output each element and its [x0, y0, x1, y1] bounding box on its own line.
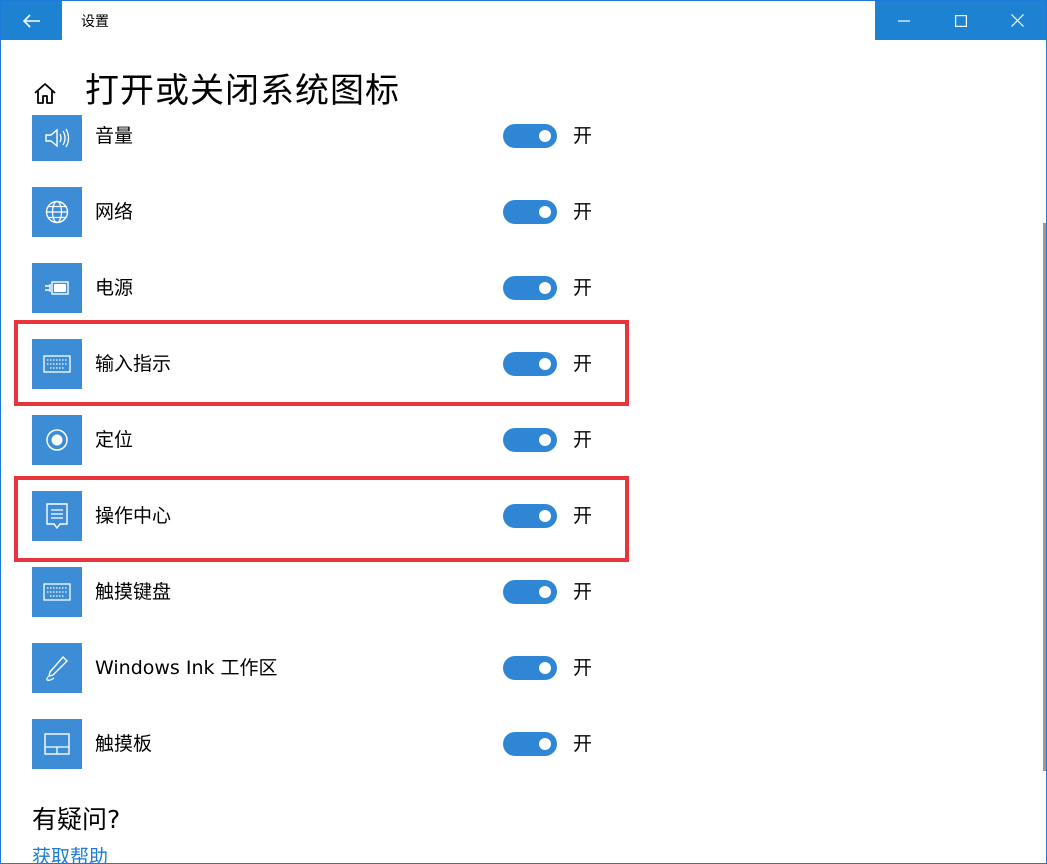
keyboard-icon [32, 339, 82, 389]
maximize-button[interactable] [932, 1, 989, 40]
network-toggle[interactable] [503, 200, 557, 224]
list-item-touch-keyboard: 触摸键盘 开 [1, 555, 1021, 631]
network-globe-icon [32, 187, 82, 237]
settings-window: 设置 打开或关闭系统图标 音量 开 网络 开 电源 开 输入指示 开 定位 开 … [0, 0, 1047, 864]
maximize-icon [954, 14, 967, 27]
item-label: 触摸键盘 [95, 581, 172, 603]
touchpad-icon [32, 719, 82, 769]
toggle-knob [539, 662, 551, 674]
close-button[interactable] [989, 1, 1046, 40]
toggle-knob [539, 206, 551, 218]
toggle-state: 开 [573, 657, 593, 679]
location-icon [32, 415, 82, 465]
toggle-state: 开 [573, 353, 593, 375]
touchpad-toggle[interactable] [503, 732, 557, 756]
list-item-windows-ink: Windows Ink 工作区 开 [1, 631, 1021, 707]
toggle-state: 开 [573, 505, 593, 527]
action-center-toggle[interactable] [503, 504, 557, 528]
toggle-state: 开 [573, 429, 593, 451]
toggle-state: 开 [573, 733, 593, 755]
location-toggle[interactable] [503, 428, 557, 452]
minimize-icon [897, 19, 910, 22]
item-label: Windows Ink 工作区 [95, 657, 278, 679]
toggle-knob [539, 358, 551, 370]
toggle-knob [539, 282, 551, 294]
system-icon-list: 音量 开 网络 开 电源 开 输入指示 开 定位 开 操作中心 开 触摸键盘 开… [1, 99, 1021, 783]
windows-ink-toggle[interactable] [503, 656, 557, 680]
item-label: 电源 [95, 277, 134, 299]
pen-ink-icon [32, 643, 82, 693]
toggle-knob [539, 586, 551, 598]
volume-toggle[interactable] [503, 124, 557, 148]
title-bar: 设置 [1, 1, 1046, 40]
toggle-state: 开 [573, 277, 593, 299]
touch-keyboard-toggle[interactable] [503, 580, 557, 604]
battery-power-icon [32, 263, 82, 313]
toggle-knob [539, 130, 551, 142]
toggle-knob [539, 434, 551, 446]
help-heading: 有疑问? [32, 805, 121, 834]
toggle-knob [539, 738, 551, 750]
list-item-volume: 音量 开 [1, 99, 1021, 175]
list-item-input-indicator: 输入指示 开 [1, 327, 1021, 403]
item-label: 输入指示 [95, 353, 172, 375]
toggle-state: 开 [573, 581, 593, 603]
caption-buttons [875, 1, 1046, 40]
list-item-power: 电源 开 [1, 251, 1021, 327]
minimize-button[interactable] [875, 1, 932, 40]
power-toggle[interactable] [503, 276, 557, 300]
app-title: 设置 [81, 14, 109, 30]
item-label: 定位 [95, 429, 134, 451]
back-arrow-icon [22, 13, 40, 28]
toggle-state: 开 [573, 201, 593, 223]
close-icon [1011, 14, 1024, 27]
vertical-scrollbar[interactable] [1043, 223, 1046, 771]
list-item-location: 定位 开 [1, 403, 1021, 479]
touch-keyboard-icon [32, 567, 82, 617]
list-item-touchpad: 触摸板 开 [1, 707, 1021, 783]
item-label: 网络 [95, 201, 134, 223]
item-label: 操作中心 [95, 505, 172, 527]
list-item-network: 网络 开 [1, 175, 1021, 251]
toggle-knob [539, 510, 551, 522]
toggle-state: 开 [573, 125, 593, 147]
item-label: 音量 [95, 125, 134, 147]
volume-icon [32, 115, 82, 161]
item-label: 触摸板 [95, 733, 153, 755]
list-item-action-center: 操作中心 开 [1, 479, 1021, 555]
get-help-link[interactable]: 获取帮助 [32, 845, 108, 863]
action-center-icon [32, 491, 82, 541]
input-indicator-toggle[interactable] [503, 352, 557, 376]
back-button[interactable] [1, 1, 62, 40]
